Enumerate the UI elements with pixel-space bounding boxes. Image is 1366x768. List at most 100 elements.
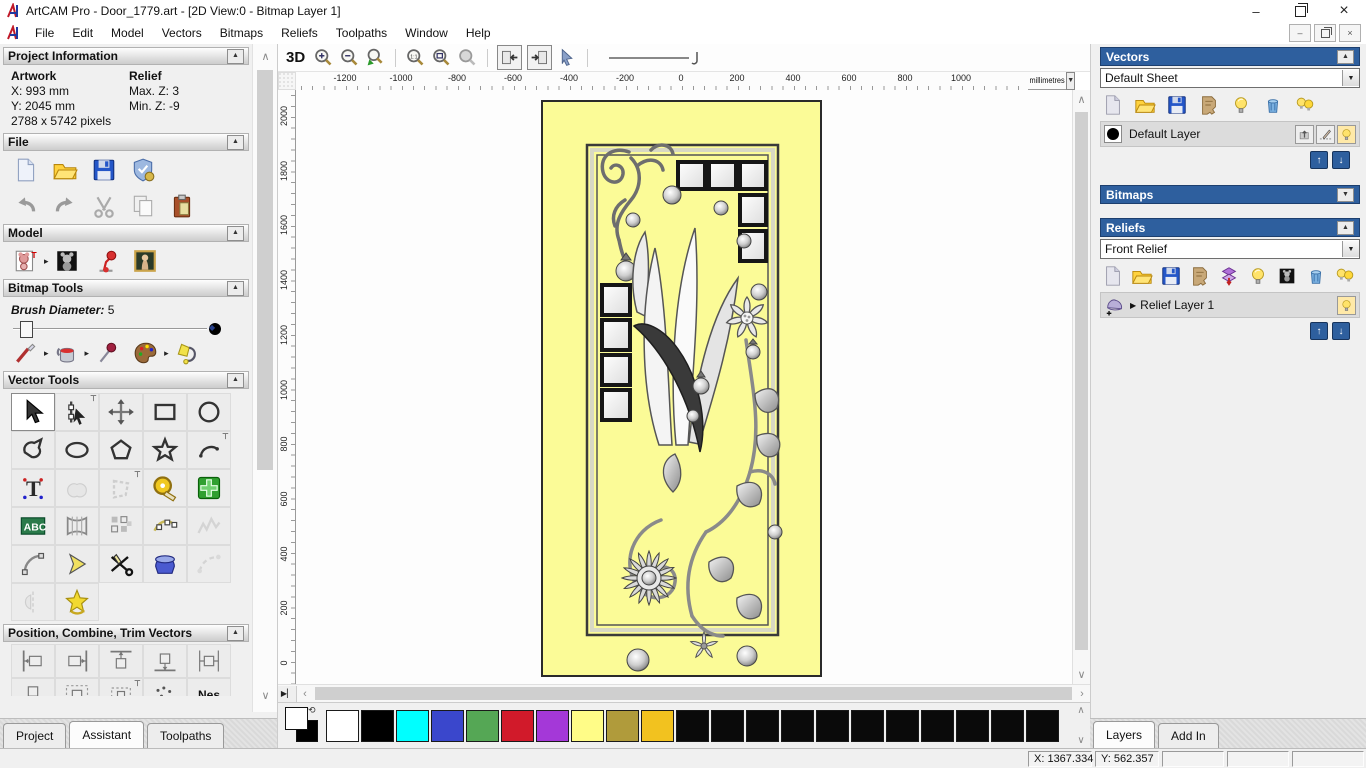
chevron-down-icon[interactable]: ▼: [1342, 70, 1359, 86]
zoom-scale-button[interactable]: 1:1: [405, 47, 426, 68]
align-left-tool[interactable]: [11, 644, 55, 678]
palette-swatch-1[interactable]: [361, 709, 394, 742]
collapse-button[interactable]: ▲: [227, 48, 244, 64]
menu-reliefs[interactable]: Reliefs: [272, 26, 327, 40]
palette-swatch-10[interactable]: [676, 709, 709, 742]
align-right-tool[interactable]: [55, 644, 99, 678]
scrollbar-thumb[interactable]: [315, 687, 1072, 700]
palette-swatch-13[interactable]: [781, 709, 814, 742]
menu-help[interactable]: Help: [457, 26, 500, 40]
collapse-button[interactable]: ▲: [1337, 220, 1354, 235]
primary-colour-swatch[interactable]: [285, 706, 308, 730]
bulb-button[interactable]: [1247, 265, 1269, 287]
text-in-a-box-tool[interactable]: ABC: [11, 507, 55, 545]
menu-model[interactable]: Model: [102, 26, 153, 40]
menu-edit[interactable]: Edit: [63, 26, 102, 40]
tab-project[interactable]: Project: [3, 723, 67, 748]
cut-vectors-tool[interactable]: [99, 545, 143, 583]
palette-swatch-20[interactable]: [1026, 709, 1059, 742]
palette-swatch-11[interactable]: [711, 709, 744, 742]
swap-colours-icon[interactable]: ⟲: [308, 705, 316, 716]
move-layer-down-button[interactable]: ↓: [1332, 151, 1350, 169]
collapse-button[interactable]: ▲: [1337, 49, 1354, 64]
invert-model-button[interactable]: [54, 248, 80, 274]
collapse-button[interactable]: ▲: [227, 225, 244, 241]
palette-swatch-18[interactable]: [956, 709, 989, 742]
zoom-out-button[interactable]: [339, 47, 360, 68]
document-icon[interactable]: [6, 25, 22, 41]
pan-page-button[interactable]: ▶▏: [278, 685, 297, 702]
draw-cursor-button[interactable]: [557, 47, 578, 68]
fit-arcs-tool[interactable]: [187, 545, 231, 583]
slider-handle[interactable]: [20, 321, 33, 338]
greyscale-bitmap-button[interactable]: [1276, 265, 1298, 287]
copy-button[interactable]: [130, 193, 156, 219]
palette-swatch-19[interactable]: [991, 709, 1024, 742]
scrollbar-thumb[interactable]: [1075, 112, 1088, 650]
palette-swatch-2[interactable]: [396, 709, 429, 742]
align-in-rectangle-tool[interactable]: [55, 678, 99, 696]
palette-swatch-3[interactable]: [431, 709, 464, 742]
undo-button[interactable]: [13, 193, 39, 219]
drawing-viewport[interactable]: [296, 90, 1072, 684]
scroll-up-icon[interactable]: ∧: [1077, 705, 1084, 716]
create-text-tool[interactable]: T: [11, 469, 55, 507]
colour-picker-button[interactable]: [94, 340, 120, 366]
palette-swatch-8[interactable]: [606, 709, 639, 742]
toggle-vector-button[interactable]: [527, 45, 553, 70]
scroll-down-icon[interactable]: ∨: [1077, 735, 1084, 746]
save-model-button[interactable]: [1160, 265, 1182, 287]
tab-toolpaths[interactable]: Toolpaths: [147, 723, 225, 748]
align-bottom-tool[interactable]: [143, 644, 187, 678]
nudge-dots-tool[interactable]: [143, 678, 187, 696]
new-layer-button[interactable]: [1102, 265, 1124, 287]
scroll-down-icon[interactable]: ∨: [253, 689, 278, 702]
restore-button[interactable]: [1278, 0, 1322, 22]
minimize-button[interactable]: –: [1234, 0, 1278, 22]
move-layer-down-button[interactable]: ↓: [1332, 322, 1350, 340]
layer-colour-box[interactable]: [1104, 125, 1122, 143]
redo-button[interactable]: [52, 193, 78, 219]
scroll-down-icon[interactable]: ∨: [1073, 668, 1090, 681]
close-button[interactable]: ×: [1322, 0, 1366, 22]
save-model-button[interactable]: [1166, 94, 1188, 116]
palette-swatch-6[interactable]: [536, 709, 569, 742]
relief-combobox[interactable]: Front Relief ▼: [1100, 239, 1360, 259]
open-model-button[interactable]: [1134, 94, 1156, 116]
create-polygon-tool[interactable]: [99, 431, 143, 469]
flyout-arrow-icon[interactable]: ▸: [164, 348, 169, 359]
move-layer-up-button[interactable]: ↑: [1310, 322, 1328, 340]
brush-diameter-slider[interactable]: ◆: [11, 320, 241, 338]
palette-swatch-9[interactable]: [641, 709, 674, 742]
palette-scrollbar[interactable]: ∧ ∨: [1072, 703, 1090, 748]
greyscale-from-model-button[interactable]: T: [13, 248, 39, 274]
zoom-fit-button[interactable]: [431, 47, 452, 68]
nesting-tool[interactable]: Nes: [187, 678, 231, 696]
delete-trash-button[interactable]: [1262, 94, 1284, 116]
create-circle-tool[interactable]: [187, 393, 231, 431]
flyout-arrow-icon[interactable]: ▸: [85, 348, 90, 359]
paste-along-curve-tool[interactable]: [143, 507, 187, 545]
transform-vectors-tool[interactable]: [99, 393, 143, 431]
cut-button[interactable]: [91, 193, 117, 219]
layer-visibility-button[interactable]: [1337, 124, 1356, 144]
select-vectors-tool[interactable]: [11, 393, 55, 431]
zoom-previous-button[interactable]: [365, 47, 386, 68]
load-bitmap-button[interactable]: [132, 248, 158, 274]
vector-texture-tool[interactable]: [187, 507, 231, 545]
join-vectors-tool[interactable]: [55, 545, 99, 583]
create-polyline-tool[interactable]: [11, 431, 55, 469]
mirror-vectors-tool[interactable]: [11, 583, 55, 621]
tab-add-in[interactable]: Add In: [1158, 723, 1219, 748]
zoom-in-button[interactable]: [313, 47, 334, 68]
flyout-arrow-icon[interactable]: ▸: [44, 348, 49, 359]
mdi-restore-button[interactable]: [1314, 24, 1336, 42]
toggle-bitmap-button[interactable]: [497, 45, 523, 70]
scroll-up-icon[interactable]: ∧: [253, 50, 278, 63]
trim-vectors-tool[interactable]: ⊤: [99, 469, 143, 507]
palette-button[interactable]: [133, 340, 159, 366]
flood-fill-button[interactable]: [174, 340, 200, 366]
vector-layer-row[interactable]: Default Layer: [1100, 121, 1360, 147]
collapse-button[interactable]: ▲: [227, 625, 244, 641]
expand-button[interactable]: ▼: [1337, 187, 1354, 202]
